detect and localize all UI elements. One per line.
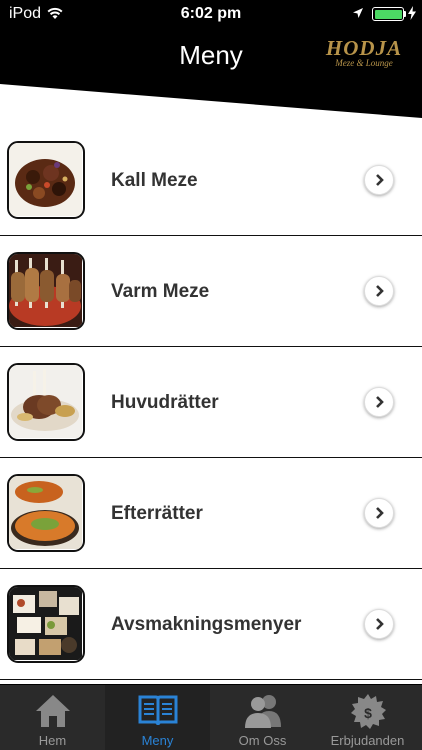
battery-cap xyxy=(404,11,406,17)
tab-hem[interactable]: Hem xyxy=(0,685,105,750)
tab-label: Hem xyxy=(38,733,67,748)
tab-om-oss[interactable]: Om Oss xyxy=(210,685,315,750)
menu-item-label: Avsmakningsmenyer xyxy=(111,614,302,635)
tab-label: Erbjudanden xyxy=(330,733,405,748)
tab-meny[interactable]: Meny xyxy=(105,685,210,750)
battery-icon xyxy=(372,7,404,21)
main-course-photo xyxy=(7,363,85,441)
tab-erbjudanden[interactable]: $ Erbjudanden xyxy=(315,685,420,750)
home-icon xyxy=(0,693,105,731)
people-icon xyxy=(210,693,315,731)
chevron-right-icon[interactable] xyxy=(364,387,394,417)
menu-list: Kall Meze Varm Meze Huvudrätter Efterrät… xyxy=(0,125,422,680)
header-bar: iPod 6:02 pm Meny HODJA Meze & Lounge xyxy=(0,0,422,120)
menu-item-varm-meze[interactable]: Varm Meze xyxy=(0,236,422,347)
tab-label: Meny xyxy=(141,733,174,748)
chevron-right-icon[interactable] xyxy=(364,498,394,528)
menu-item-label: Kall Meze xyxy=(111,170,198,191)
brand-logo: HODJA Meze & Lounge xyxy=(324,36,404,69)
warm-meze-photo xyxy=(7,252,85,330)
tab-label: Om Oss xyxy=(238,733,287,748)
dollar-badge-icon: $ xyxy=(315,693,420,731)
menu-item-label: Huvudrätter xyxy=(111,392,219,413)
menu-item-label: Varm Meze xyxy=(111,281,210,302)
menu-item-avsmakningsmenyer[interactable]: Avsmakningsmenyer xyxy=(0,569,422,680)
chevron-right-icon[interactable] xyxy=(364,165,394,195)
book-icon xyxy=(105,693,210,731)
status-bar: iPod 6:02 pm xyxy=(0,0,422,28)
menu-item-huvudratter[interactable]: Huvudrätter xyxy=(0,347,422,458)
logo-tagline: Meze & Lounge xyxy=(335,58,393,68)
logo-name: HODJA xyxy=(325,36,403,60)
menu-item-efterratter[interactable]: Efterrätter xyxy=(0,458,422,569)
svg-text:$: $ xyxy=(364,705,372,721)
chevron-right-icon[interactable] xyxy=(364,276,394,306)
cold-meze-photo xyxy=(7,141,85,219)
dessert-photo xyxy=(7,474,85,552)
menu-item-label: Efterrätter xyxy=(111,503,203,524)
menu-item-kall-meze[interactable]: Kall Meze xyxy=(0,125,422,236)
tasting-menu-photo xyxy=(7,585,85,663)
chevron-right-icon[interactable] xyxy=(364,609,394,639)
tab-bar: Hem Meny Om Oss $ Erbjudanden xyxy=(0,684,422,750)
